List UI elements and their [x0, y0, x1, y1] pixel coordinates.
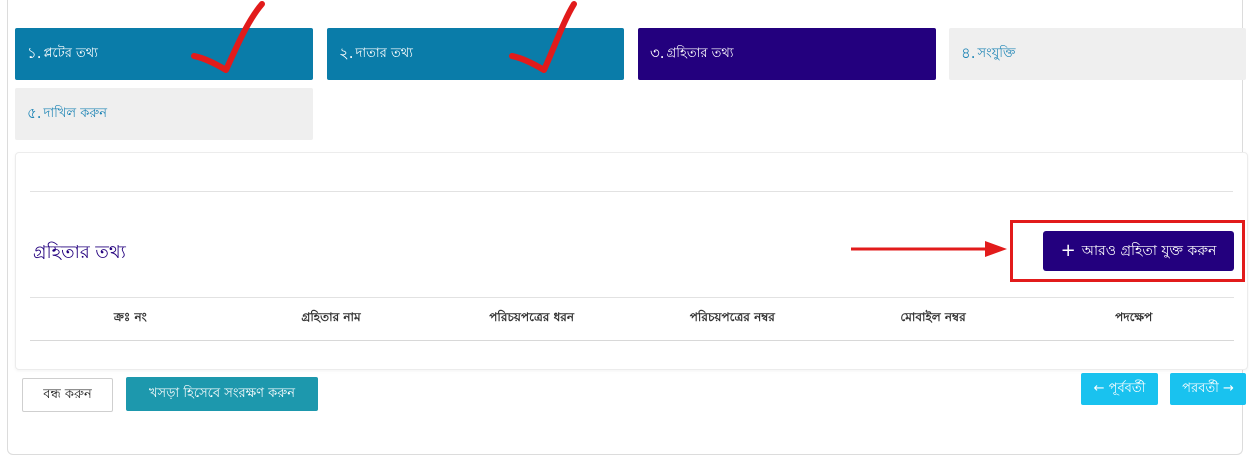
divider — [30, 191, 1233, 192]
step-number: ৪. — [961, 43, 976, 62]
close-button[interactable]: বন্ধ করুন — [22, 378, 113, 412]
column-header-id-type: পরিচয়পত্রের ধরন — [489, 310, 575, 324]
step-tab-plot-info[interactable]: ১. প্লটের তথ্য — [15, 28, 313, 80]
step-tab-recipient-info[interactable]: ৩. গ্রহিতার তথ্য — [638, 28, 936, 80]
recipient-info-card: গ্রহিতার তথ্য + আরও গ্রহিতা যুক্ত করুন ক… — [15, 152, 1248, 370]
step-number: ৫. — [27, 103, 42, 122]
plus-icon: + — [1060, 240, 1076, 261]
step-tab-donor-info[interactable]: ২. দাতার তথ্য — [327, 28, 624, 80]
column-header-id-number: পরিচয়পত্রের নম্বর — [689, 310, 775, 324]
step-tab-attachment[interactable]: ৪. সংযুক্তি — [949, 28, 1246, 80]
arrow-right-icon — [851, 241, 1007, 257]
step-number: ২. — [339, 43, 354, 62]
step-label: দাতার তথ্য — [355, 45, 413, 61]
add-recipient-label: আরও গ্রহিতা যুক্ত করুন — [1081, 243, 1217, 259]
step-number: ৩. — [650, 43, 665, 62]
add-recipient-button[interactable]: + আরও গ্রহিতা যুক্ত করুন — [1043, 231, 1234, 271]
step-number: ১. — [27, 43, 42, 62]
step-label: দাখিল করুন — [43, 105, 108, 121]
section-title: গ্রহিতার তথ্য — [33, 242, 126, 263]
next-button[interactable]: পরবর্তী → — [1170, 373, 1246, 405]
step-tab-submit[interactable]: ৫. দাখিল করুন — [15, 88, 313, 140]
step-label: প্লটের তথ্য — [43, 45, 98, 61]
step-label: সংযুক্তি — [977, 45, 1016, 61]
previous-button[interactable]: ← পূর্ববর্তী — [1081, 373, 1158, 405]
column-header-action: পদক্ষেপ — [1115, 310, 1153, 324]
column-header-mobile-number: মোবাইল নম্বর — [900, 310, 966, 324]
save-draft-button[interactable]: খসড়া হিসেবে সংরক্ষণ করুন — [126, 377, 318, 411]
step-label: গ্রহিতার তথ্য — [666, 45, 734, 61]
column-header-recipient-name: গ্রহিতার নাম — [301, 310, 361, 324]
recipient-table-header: ক্রঃ নং গ্রহিতার নাম পরিচয়পত্রের ধরন পর… — [30, 297, 1234, 341]
column-header-serial: ক্রঃ নং — [113, 310, 147, 324]
